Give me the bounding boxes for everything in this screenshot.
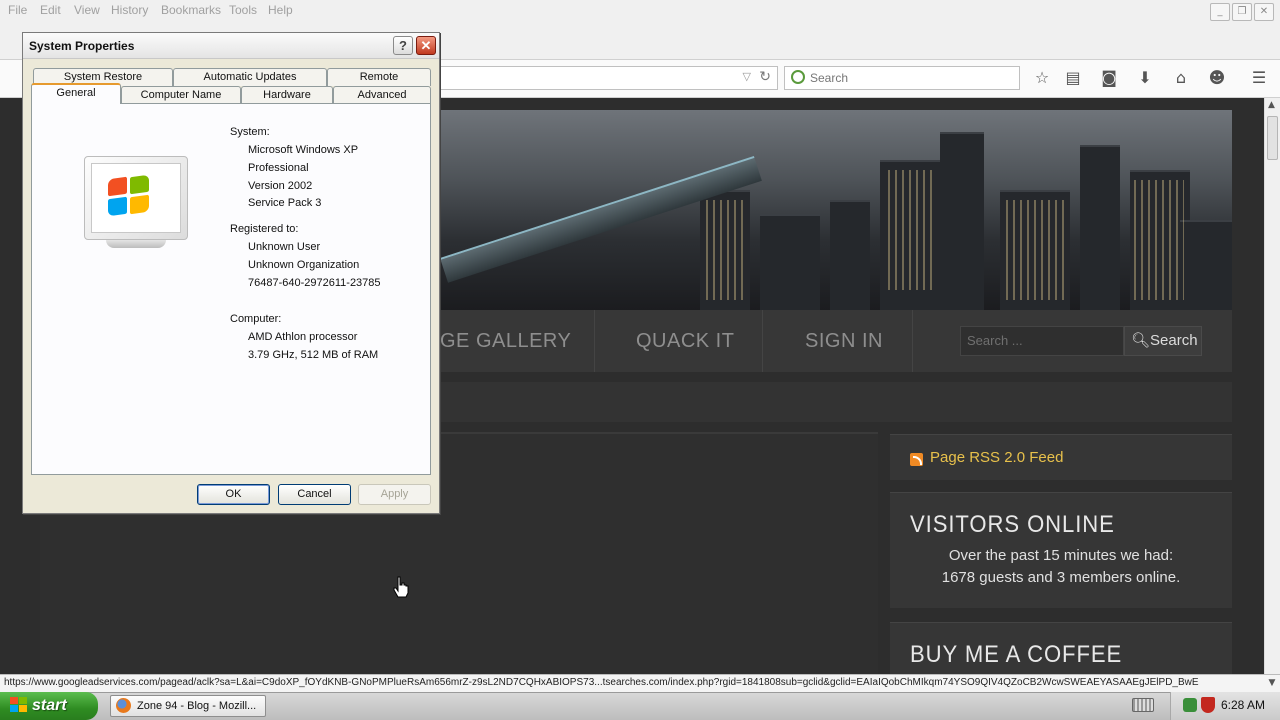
menu-view[interactable]: View — [74, 3, 100, 17]
ok-button[interactable]: OK — [197, 484, 270, 505]
dropdown-arrow-icon[interactable]: ▽ — [743, 70, 751, 83]
site-search-button-label: Search — [1150, 332, 1198, 349]
firefox-icon — [116, 698, 131, 713]
os-name: Microsoft Windows XP — [248, 144, 359, 156]
general-tab-panel: System: Microsoft Windows XP Professiona… — [31, 103, 431, 475]
reading-list-icon[interactable]: ▤ — [1062, 68, 1084, 88]
coffee-widget: BUY ME A COFFEE — [890, 622, 1232, 674]
dialog-titlebar[interactable]: System Properties ? ✕ — [23, 33, 439, 59]
close-icon[interactable]: ✕ — [1254, 3, 1274, 21]
page-scrollbar[interactable]: ▲ — [1264, 98, 1280, 674]
home-icon[interactable]: ⌂ — [1170, 68, 1192, 88]
browser-search-input[interactable]: Search — [784, 66, 1020, 90]
restore-icon[interactable]: ❐ — [1232, 3, 1252, 21]
site-search-input[interactable]: Search ... — [960, 326, 1124, 356]
chat-icon[interactable]: ☻ — [1206, 68, 1228, 88]
registered-org: Unknown Organization — [248, 259, 360, 271]
menu-bookmarks[interactable]: Bookmarks — [161, 3, 221, 17]
visitors-line-2: 1678 guests and 3 members online. — [941, 569, 1181, 586]
menu-file[interactable]: File — [8, 3, 27, 17]
security-shield-icon[interactable] — [1201, 697, 1215, 713]
rss-icon[interactable] — [910, 453, 923, 466]
tab-remote[interactable]: Remote — [327, 68, 431, 86]
window-controls: _ ❐ ✕ — [1210, 3, 1274, 21]
browser-menubar: File Edit View History Bookmarks Tools H… — [0, 0, 1280, 22]
pocket-icon[interactable]: ◙ — [1098, 68, 1120, 88]
tab-advanced[interactable]: Advanced — [333, 86, 431, 104]
content-panel — [440, 432, 878, 674]
chevron-down-icon: ▼ — [1264, 674, 1280, 692]
dialog-title: System Properties — [29, 39, 135, 53]
os-version: Version 2002 — [248, 180, 313, 192]
os-edition: Professional — [248, 162, 309, 174]
nav-quack-it[interactable]: QUACK IT — [636, 330, 734, 353]
tab-computer-name[interactable]: Computer Name — [121, 86, 241, 104]
tab-automatic-updates[interactable]: Automatic Updates — [173, 68, 327, 86]
product-id: 76487-640-2972611-23785 — [248, 277, 381, 289]
visitors-line-1: Over the past 15 minutes we had: — [948, 547, 1174, 564]
taskbar-firefox-window[interactable]: Zone 94 - Blog - Mozill... — [110, 695, 266, 717]
scroll-up-icon[interactable]: ▲ — [1268, 100, 1275, 110]
os-service-pack: Service Pack 3 — [248, 197, 322, 209]
scrollbar-thumb[interactable] — [1267, 116, 1278, 160]
site-banner-image — [440, 110, 1232, 310]
network-icon[interactable] — [1183, 698, 1197, 712]
menu-history[interactable]: History — [111, 3, 148, 17]
search-engine-icon[interactable] — [791, 70, 805, 84]
url-bar[interactable]: ▽ ↻ — [440, 66, 778, 90]
nav-sign-in[interactable]: SIGN IN — [805, 330, 883, 353]
site-search-button[interactable]: 🔍︎Search — [1124, 326, 1202, 356]
apply-button[interactable]: Apply — [358, 484, 431, 505]
system-label: System: — [230, 126, 270, 138]
windows-flag-icon — [10, 697, 27, 712]
tab-hardware[interactable]: Hardware — [241, 86, 333, 104]
system-properties-dialog: System Properties ? ✕ System Restore Aut… — [22, 32, 440, 514]
computer-label: Computer: — [230, 313, 282, 325]
clock[interactable]: 6:28 AM — [1221, 698, 1265, 712]
rss-link[interactable]: Page RSS 2.0 Feed — [930, 449, 1063, 466]
registered-user: Unknown User — [248, 241, 321, 253]
minimize-icon[interactable]: _ — [1210, 3, 1230, 21]
tab-general[interactable]: General — [31, 83, 121, 104]
processor: AMD Athlon processor — [248, 331, 358, 343]
menu-tools[interactable]: Tools — [229, 3, 257, 17]
site-subbar — [440, 382, 1232, 422]
hamburger-menu-icon[interactable]: ☰ — [1248, 68, 1270, 88]
menu-help[interactable]: Help — [268, 3, 293, 17]
menu-edit[interactable]: Edit — [40, 3, 61, 17]
keyboard-icon[interactable] — [1132, 698, 1154, 712]
system-tray: 6:28 AM — [1170, 692, 1280, 720]
coffee-title: BUY ME A COFFEE — [910, 641, 1123, 668]
visitors-widget: VISITORS ONLINE Over the past 15 minutes… — [890, 492, 1232, 608]
windows-xp-logo-icon — [84, 156, 188, 252]
site-search-placeholder: Search ... — [967, 333, 1023, 348]
memory: 3.79 GHz, 512 MB of RAM — [248, 349, 379, 361]
star-icon[interactable]: ☆ — [1031, 68, 1053, 88]
visitors-title: VISITORS ONLINE — [910, 511, 1115, 538]
rss-widget: Page RSS 2.0 Feed — [890, 434, 1232, 480]
download-icon[interactable]: ⬇ — [1134, 68, 1156, 88]
help-button[interactable]: ? — [393, 36, 413, 55]
reload-icon[interactable]: ↻ — [759, 69, 771, 85]
magnifier-icon: 🔍︎ — [1131, 332, 1151, 349]
registered-label: Registered to: — [230, 223, 299, 235]
close-button[interactable]: ✕ — [416, 36, 436, 55]
hand-cursor-icon — [393, 576, 409, 598]
status-url: https://www.googleadservices.com/pagead/… — [0, 674, 1264, 692]
browser-search-placeholder: Search — [810, 71, 849, 85]
cancel-button[interactable]: Cancel — [278, 484, 351, 505]
nav-image-gallery[interactable]: GE GALLERY — [440, 330, 571, 353]
